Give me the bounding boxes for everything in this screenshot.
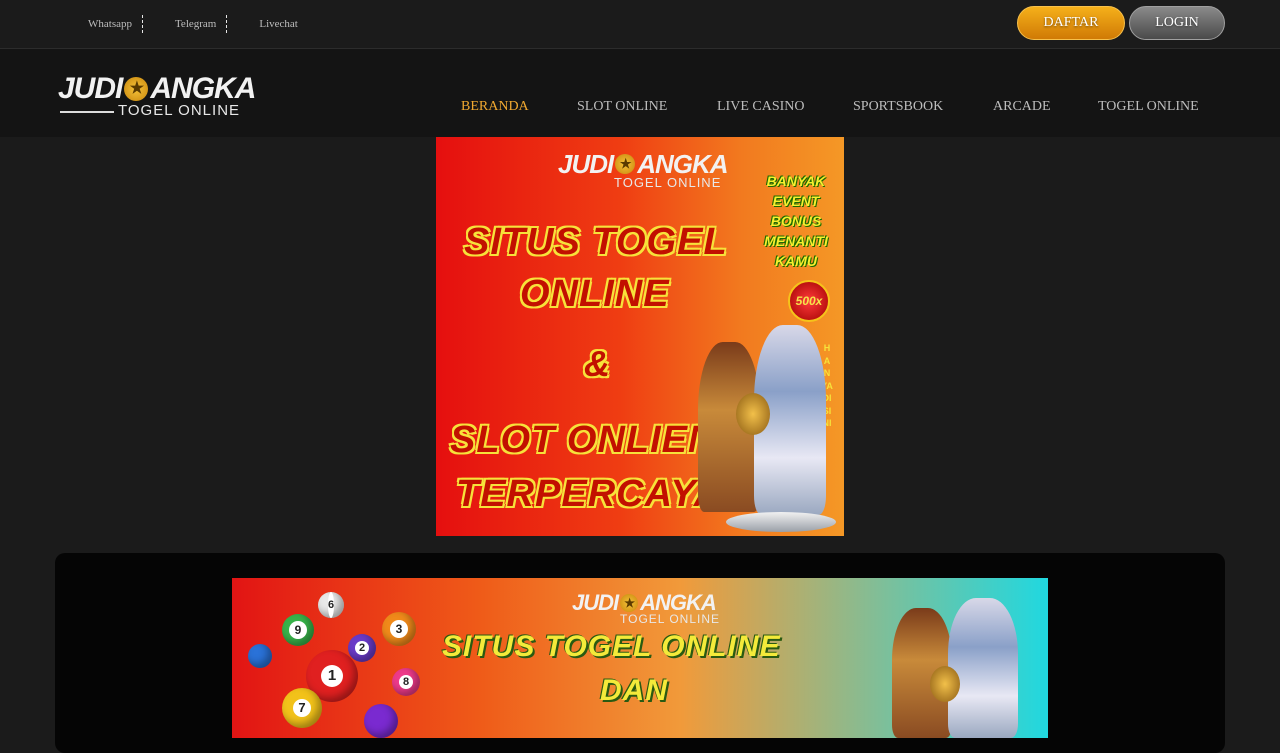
- multiplier-badge: 500x: [788, 280, 830, 322]
- ball-number: 1: [321, 665, 343, 687]
- promo-line-2: DAN: [600, 674, 668, 707]
- main-header: JUDI ★ ANGKA TOGEL ONLINE BERANDA SLOT O…: [0, 49, 1280, 137]
- lottery-ball-icon: [364, 704, 398, 738]
- lottery-ball-icon: 7: [282, 688, 322, 728]
- lottery-ball-icon: 6: [318, 592, 344, 618]
- nav-item-sportsbook[interactable]: SPORTSBOOK: [853, 99, 943, 115]
- banner-logo-tagline: TOGEL ONLINE: [614, 175, 722, 190]
- daftar-button[interactable]: DAFTAR: [1017, 6, 1125, 40]
- promo-side-text: BANYAK EVENT BONUS MENANTI KAMU: [754, 171, 838, 271]
- ball-number: 2: [355, 641, 369, 655]
- lottery-ball-icon: [248, 644, 272, 668]
- lottery-ball-icon: 2: [348, 634, 376, 662]
- whatsapp-link[interactable]: Whatsapp: [78, 15, 143, 33]
- shield-icon: [930, 666, 960, 702]
- livechat-link[interactable]: Livechat: [249, 15, 307, 33]
- ball-number: 3: [390, 620, 408, 638]
- ball-number: 6: [327, 592, 335, 618]
- lottery-ball-icon: 8: [392, 668, 420, 696]
- nav-item-togel-online[interactable]: TOGEL ONLINE: [1098, 99, 1199, 115]
- promo-word: BANYAK: [766, 173, 826, 189]
- top-bar: Whatsapp Telegram Livechat DAFTAR LOGIN: [0, 0, 1280, 49]
- hero-line-1: SITUS TOGEL: [464, 221, 728, 263]
- nav-item-beranda[interactable]: BERANDA: [461, 99, 529, 115]
- star-icon: ★: [124, 77, 149, 101]
- main-nav: BERANDA SLOT ONLINE LIVE CASINO SPORTSBO…: [0, 99, 1280, 119]
- ball-number: 7: [293, 699, 311, 717]
- promo-logo-angka: ANGKA: [640, 590, 717, 615]
- lottery-ball-icon: 3: [382, 612, 416, 646]
- star-icon: ★: [615, 154, 636, 174]
- promo-logo-judi: JUDI: [572, 590, 619, 615]
- star-icon: ★: [620, 594, 639, 612]
- hero-line-4: SLOT ONLIEN: [450, 419, 717, 461]
- promo-word: EVENT: [772, 193, 820, 209]
- promo-banner-logo: JUDI ★ ANGKA TOGEL ONLINE: [572, 590, 721, 627]
- pedestal: [726, 512, 836, 532]
- hero-line-3: &: [584, 343, 611, 384]
- ball-number: 8: [399, 675, 413, 689]
- hero-banner[interactable]: JUDI ★ ANGKA TOGEL ONLINE BANYAK EVENT B…: [436, 137, 844, 536]
- nav-item-slot-online[interactable]: SLOT ONLINE: [577, 99, 667, 115]
- promo-word: KAMU: [775, 253, 817, 269]
- hero-line-2: ONLINE: [520, 273, 670, 315]
- promo-line-1: SITUS TOGEL ONLINE: [442, 630, 781, 663]
- shield-icon: [736, 393, 770, 435]
- promo-word: BONUS: [770, 213, 822, 229]
- banner-logo-angka: ANGKA: [637, 149, 728, 179]
- hero-line-5: TERPERCAYA: [456, 473, 723, 515]
- banner-logo-judi: JUDI: [558, 149, 614, 179]
- telegram-link[interactable]: Telegram: [165, 15, 228, 33]
- promo-logo-tagline: TOGEL ONLINE: [620, 612, 721, 626]
- contact-links: Whatsapp Telegram Livechat: [78, 15, 308, 33]
- promo-word: MENANTI: [764, 233, 828, 249]
- nav-item-live-casino[interactable]: LIVE CASINO: [717, 99, 805, 115]
- ball-number: 9: [289, 621, 307, 639]
- zeus-figure: [948, 598, 1018, 738]
- lottery-ball-icon: 9: [282, 614, 314, 646]
- nav-item-arcade[interactable]: ARCADE: [993, 99, 1051, 115]
- banner-logo: JUDI ★ ANGKA TOGEL ONLINE: [558, 149, 729, 190]
- login-button[interactable]: LOGIN: [1129, 6, 1225, 40]
- promo-banner[interactable]: 6 9 3 2 1 8 7 JUDI ★ ANGKA TOGEL ONLINE …: [232, 578, 1048, 738]
